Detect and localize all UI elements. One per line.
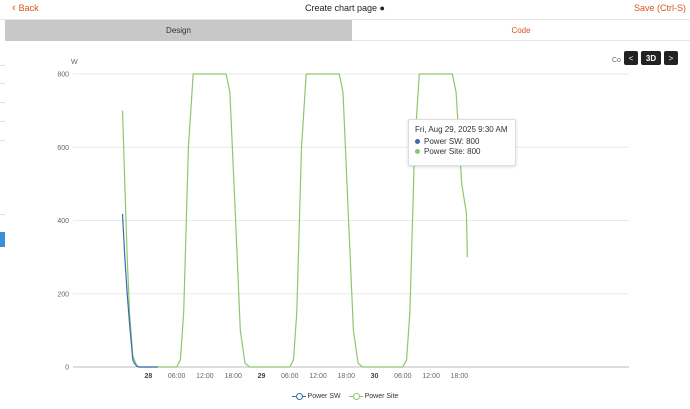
legend-item-power-sw[interactable]: Power SW xyxy=(291,393,341,400)
tooltip-row-power-site: Power Site: 800 xyxy=(415,147,509,156)
x-tick-label: 12:00 xyxy=(422,373,440,380)
x-axis-ticks: 28 06:00 12:00 18:00 29 06:00 12:00 18:00 30 06:0… xyxy=(144,373,468,380)
x-tick-label: 06:00 xyxy=(394,373,412,380)
x-tick-label: 18:00 xyxy=(451,373,469,380)
y-axis-label: W xyxy=(71,59,78,66)
y-axis-ticks: 0 200 400 600 800 xyxy=(57,72,69,372)
tooltip-time: Fri, Aug 29, 2025 9:30 AM xyxy=(415,125,508,134)
legend-label: Power Site xyxy=(364,393,399,400)
x-tick-label: 30 xyxy=(371,373,379,380)
series-dot-icon xyxy=(415,139,420,144)
x-tick-label: 18:00 xyxy=(338,373,356,380)
y-tick-label: 600 xyxy=(57,145,69,152)
tooltip-row-power-sw: Power SW: 800 xyxy=(415,137,509,146)
x-tick-label: 12:00 xyxy=(196,373,214,380)
chevron-right-icon: > xyxy=(668,53,674,63)
series-line-power-sw xyxy=(121,213,158,368)
chart-grid xyxy=(73,73,629,368)
tooltip-value: Power SW: 800 xyxy=(424,137,480,146)
y-tick-label: 400 xyxy=(57,218,69,225)
chart-controls: < 3D > xyxy=(624,51,678,65)
chevron-left-icon: < xyxy=(628,53,634,63)
y-tick-label: 800 xyxy=(57,72,69,79)
legend-item-power-site[interactable]: Power Site xyxy=(348,393,399,400)
x-tick-label: 18:00 xyxy=(224,373,242,380)
prev-range-button[interactable]: < xyxy=(624,51,638,65)
tooltip-value: Power Site: 800 xyxy=(424,147,481,156)
legend-label: Power SW xyxy=(307,393,341,400)
chart-tooltip: Fri, Aug 29, 2025 9:30 AM Power SW: 800 … xyxy=(408,119,516,166)
x-tick-label: 28 xyxy=(144,373,152,380)
x-tick-label: 06:00 xyxy=(168,373,186,380)
chart-corner-text: Co xyxy=(612,57,621,64)
x-tick-label: 12:00 xyxy=(309,373,327,380)
y-tick-label: 200 xyxy=(57,291,69,298)
y-tick-label: 0 xyxy=(65,365,69,372)
toggle-3d-button[interactable]: 3D xyxy=(641,51,661,65)
x-tick-label: 29 xyxy=(258,373,266,380)
next-range-button[interactable]: > xyxy=(664,51,678,65)
legend-symbol-icon xyxy=(291,393,306,400)
legend-symbol-icon xyxy=(348,393,363,400)
series-dot-icon xyxy=(415,149,420,154)
line-chart: 0 200 400 600 800 28 06:00 12:00 18:00 29 06:00 12… xyxy=(57,59,629,380)
chart-legend: Power SW Power Site xyxy=(0,393,690,400)
x-tick-label: 06:00 xyxy=(281,373,299,380)
